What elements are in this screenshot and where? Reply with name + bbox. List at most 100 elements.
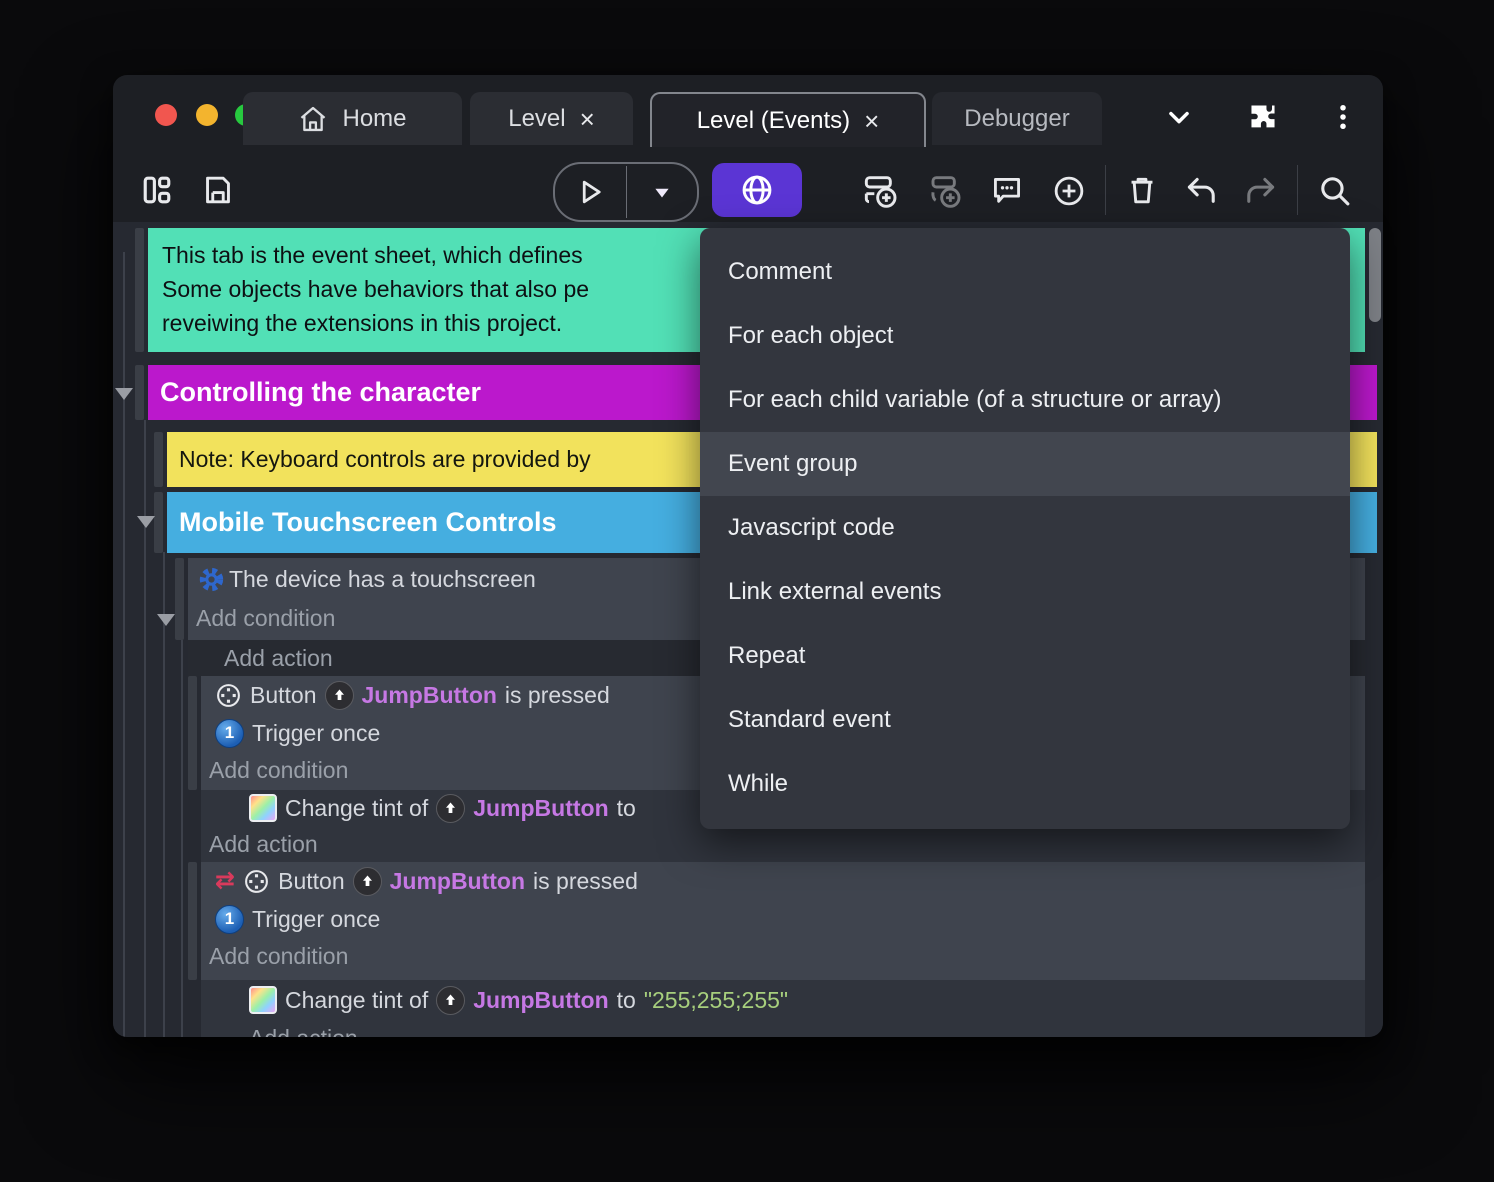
- delete-button[interactable]: [1125, 173, 1159, 207]
- tab-label: Debugger: [964, 104, 1070, 132]
- add-event-button[interactable]: [861, 171, 901, 211]
- add-condition-label: Add condition: [209, 756, 349, 783]
- toolbar-divider: [1105, 165, 1106, 215]
- menu-item-while[interactable]: While: [700, 752, 1350, 816]
- trigger-once-icon: 1: [215, 718, 244, 748]
- event-drag-handle[interactable]: [188, 862, 197, 980]
- event-drag-handle[interactable]: [135, 228, 144, 352]
- search-button[interactable]: [1317, 173, 1353, 209]
- play-icon: [575, 177, 605, 207]
- tab-overflow-button[interactable]: [1161, 99, 1197, 135]
- menu-item-label: Standard event: [728, 706, 891, 733]
- object-name: JumpButton: [361, 681, 497, 708]
- action-text: to: [616, 986, 636, 1013]
- object-thumbnail-icon: [436, 793, 466, 823]
- add-event-menu: Comment For each object For each child v…: [700, 228, 1350, 829]
- menu-item-label: For each child variable (of a structure …: [728, 386, 1222, 413]
- indent-guide: [181, 640, 183, 1037]
- add-action-label: Add action: [209, 830, 318, 857]
- menu-item-label: Javascript code: [728, 514, 895, 541]
- add-condition-link[interactable]: Add condition: [201, 938, 1365, 974]
- menu-item-comment[interactable]: Comment: [700, 240, 1350, 304]
- event-drag-handle[interactable]: [154, 432, 163, 487]
- indent-guide: [123, 252, 125, 1037]
- add-action-link[interactable]: Add action: [201, 826, 1365, 862]
- menu-item-label: While: [728, 770, 789, 797]
- traffic-minimize-button[interactable]: [196, 104, 218, 126]
- tab-level-events[interactable]: Level (Events) ×: [650, 92, 926, 147]
- object-name: JumpButton: [473, 794, 609, 821]
- event-drag-handle[interactable]: [188, 676, 197, 790]
- object-thumbnail-icon: [352, 866, 382, 896]
- action-text: Change tint of: [285, 986, 429, 1013]
- condition-text: Trigger once: [252, 905, 381, 932]
- add-condition-label: Add condition: [209, 942, 349, 969]
- menu-item-label: For each object: [728, 322, 894, 349]
- comment-icon: [989, 173, 1025, 209]
- save-button[interactable]: [201, 173, 235, 207]
- string-value: "255;255;255": [643, 986, 789, 1013]
- add-subevent-icon: [925, 171, 965, 211]
- event-row[interactable]: ⇄ Button JumpButton is pressed 1 Trigger…: [201, 862, 1365, 980]
- window-menu-button[interactable]: [1325, 99, 1361, 135]
- condition-text: Trigger once: [252, 719, 381, 746]
- add-action-label: Add action: [224, 644, 333, 671]
- play-button[interactable]: [555, 177, 626, 207]
- menu-item-standard-event[interactable]: Standard event: [700, 688, 1350, 752]
- menu-item-event-group[interactable]: Event group: [700, 432, 1350, 496]
- event-drag-handle[interactable]: [175, 558, 184, 640]
- add-event-icon: [861, 171, 901, 211]
- event-drag-handle[interactable]: [135, 365, 144, 420]
- home-icon: [298, 104, 328, 134]
- traffic-close-button[interactable]: [155, 104, 177, 126]
- action-text: to: [616, 794, 636, 821]
- extensions-button[interactable]: [1245, 99, 1281, 135]
- menu-item-label: Event group: [728, 450, 858, 477]
- collapse-toggle[interactable]: [137, 516, 155, 528]
- condition-text: Button: [278, 867, 345, 894]
- menu-item-for-each-child-variable[interactable]: For each child variable (of a structure …: [700, 368, 1350, 432]
- action-area[interactable]: Change tint of JumpButton to "255;255;25…: [201, 980, 1365, 1037]
- tab-home[interactable]: Home: [243, 92, 462, 145]
- note-text: Note: Keyboard controls are provided by: [179, 446, 591, 472]
- tab-debugger[interactable]: Debugger: [932, 92, 1102, 145]
- close-icon[interactable]: ×: [580, 106, 595, 132]
- undo-button[interactable]: [1183, 173, 1219, 209]
- globe-button[interactable]: [712, 163, 802, 217]
- redo-button[interactable]: [1243, 173, 1279, 209]
- object-thumbnail-icon: [436, 985, 466, 1015]
- menu-item-link-external-events[interactable]: Link external events: [700, 560, 1350, 624]
- object-name: JumpButton: [473, 986, 609, 1013]
- menu-item-javascript-code[interactable]: Javascript code: [700, 496, 1350, 560]
- condition-text: is pressed: [533, 867, 638, 894]
- add-action-link[interactable]: Add action: [201, 1020, 1365, 1038]
- kanban-icon: [140, 173, 174, 207]
- panels-toggle-button[interactable]: [140, 173, 174, 207]
- tab-label: Level: [508, 104, 566, 132]
- menu-item-for-each-object[interactable]: For each object: [700, 304, 1350, 368]
- indent-guide: [144, 420, 146, 1037]
- plus-circle-icon: [1051, 173, 1087, 209]
- play-options-button[interactable]: [627, 181, 698, 203]
- add-condition-label: Add condition: [196, 604, 336, 631]
- menu-item-repeat[interactable]: Repeat: [700, 624, 1350, 688]
- object-name: JumpButton: [389, 867, 526, 894]
- tab-level[interactable]: Level ×: [470, 92, 633, 145]
- collapse-toggle[interactable]: [157, 614, 175, 626]
- save-icon: [201, 173, 235, 207]
- kebab-icon: [1330, 102, 1356, 132]
- collapse-toggle[interactable]: [115, 388, 133, 400]
- puzzle-icon: [1248, 102, 1278, 132]
- trash-icon: [1125, 173, 1159, 207]
- add-comment-button[interactable]: [989, 173, 1025, 209]
- globe-icon: [738, 171, 776, 209]
- button-pad-icon: [243, 868, 270, 895]
- redo-icon: [1243, 173, 1279, 209]
- menu-item-label: Comment: [728, 258, 833, 285]
- action-text: Change tint of: [285, 794, 429, 821]
- add-subevent-button[interactable]: [925, 171, 965, 211]
- event-drag-handle[interactable]: [154, 492, 163, 553]
- scrollbar-thumb[interactable]: [1369, 228, 1381, 322]
- close-icon[interactable]: ×: [864, 108, 879, 134]
- add-element-button[interactable]: [1051, 173, 1087, 209]
